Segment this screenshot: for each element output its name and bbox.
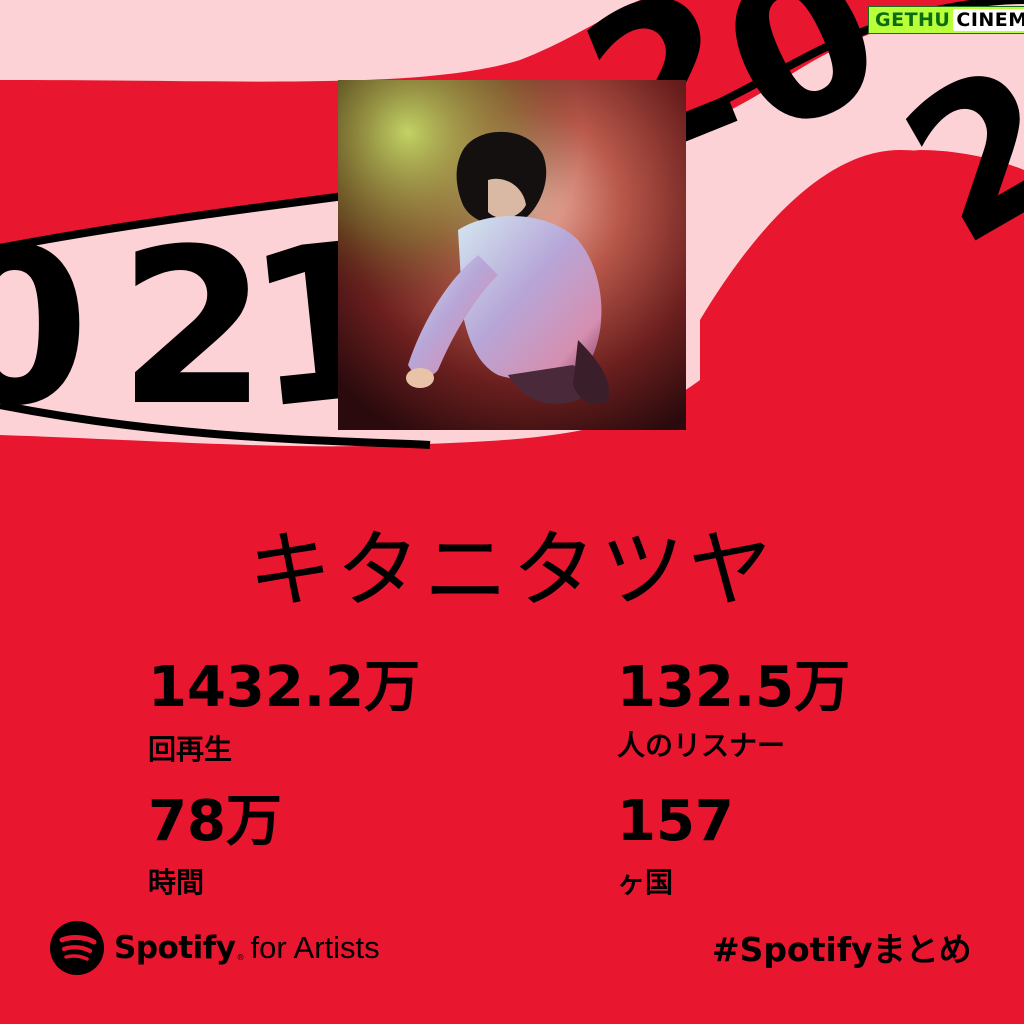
hashtag: #Spotifyまとめ — [712, 930, 972, 969]
watermark-part-a: GETHU — [875, 9, 951, 31]
stream-count-value: 1432.2万 — [148, 655, 421, 720]
countries-label: ヶ国 — [617, 866, 674, 899]
watermark-part-b: CINEMA — [953, 9, 1024, 31]
spotify-for-artists-logo: Spotify ® for Artists — [50, 920, 380, 976]
digit: 0 — [0, 202, 90, 453]
brand-registered-mark: ® — [236, 953, 245, 962]
watermark-badge: GETHU CINEMA — [868, 6, 1024, 34]
artist-photo — [338, 80, 686, 430]
stream-count-label: 回再生 — [148, 733, 233, 766]
listener-count-value: 132.5万 — [617, 655, 851, 720]
listener-count-label: 人のリスナー — [617, 729, 786, 762]
brand-suffix: for Artists — [250, 930, 380, 965]
spotify-logo-icon — [50, 921, 104, 975]
hours-value: 78万 — [148, 789, 282, 854]
brand-name: Spotify — [114, 930, 236, 966]
countries-value: 157 — [617, 789, 734, 854]
artist-name: キタニタツヤ — [247, 521, 776, 619]
digit: 0 — [620, 0, 759, 8]
hours-label: 時間 — [148, 866, 205, 899]
